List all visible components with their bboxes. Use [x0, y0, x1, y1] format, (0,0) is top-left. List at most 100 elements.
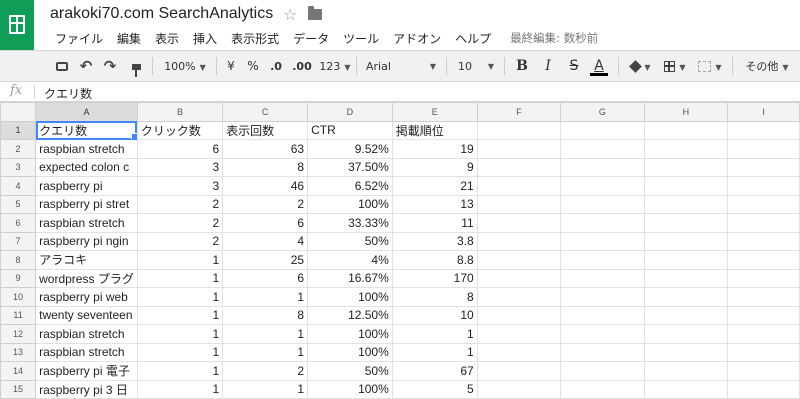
currency-format-button[interactable]: ¥: [222, 51, 240, 82]
column-header-f[interactable]: F: [476, 102, 562, 122]
cell-g3[interactable]: [560, 157, 645, 177]
cell-b9[interactable]: 1: [136, 268, 224, 288]
cell-h12[interactable]: [643, 324, 729, 344]
column-header-e[interactable]: E: [391, 102, 478, 122]
cell-h13[interactable]: [643, 342, 729, 362]
cell-f14[interactable]: [476, 361, 562, 381]
cell-a9[interactable]: wordpress プラグ: [35, 268, 138, 288]
cell-d4[interactable]: 6.52%: [307, 176, 393, 196]
cell-d7[interactable]: 50%: [307, 231, 393, 251]
cell-a8[interactable]: アラコキ: [35, 250, 138, 270]
cell-a10[interactable]: raspberry pi web: [35, 287, 138, 307]
cell-c14[interactable]: 2: [222, 361, 309, 381]
menu-file[interactable]: ファイル: [48, 30, 110, 47]
cell-c15[interactable]: 1: [222, 379, 309, 399]
cell-a15[interactable]: raspberry pi 3 日: [35, 379, 138, 399]
cell-i4[interactable]: [727, 176, 800, 196]
cell-b15[interactable]: 1: [136, 379, 224, 399]
cell-c3[interactable]: 8: [222, 157, 309, 177]
cell-g13[interactable]: [560, 342, 645, 362]
cell-d10[interactable]: 100%: [307, 287, 393, 307]
cell-h9[interactable]: [643, 268, 729, 288]
cell-i12[interactable]: [727, 324, 800, 344]
cell-a2[interactable]: raspbian stretch: [35, 139, 138, 159]
cell-h3[interactable]: [643, 157, 729, 177]
cell-c11[interactable]: 8: [222, 305, 309, 325]
cell-c13[interactable]: 1: [222, 342, 309, 362]
cell-b14[interactable]: 1: [136, 361, 224, 381]
document-title[interactable]: arakoki70.com SearchAnalytics: [50, 5, 273, 23]
cell-a4[interactable]: raspberry pi: [35, 176, 138, 196]
cell-g8[interactable]: [560, 250, 645, 270]
cell-b5[interactable]: 2: [136, 194, 224, 214]
row-header[interactable]: 3: [0, 157, 37, 177]
menu-addons[interactable]: アドオン: [386, 30, 448, 47]
menu-format[interactable]: 表示形式: [224, 30, 286, 47]
cell-e10[interactable]: 8: [391, 287, 478, 307]
cell-h11[interactable]: [643, 305, 729, 325]
decrease-decimal-button[interactable]: .0: [266, 51, 286, 82]
cell-f8[interactable]: [476, 250, 562, 270]
text-color-button[interactable]: A: [588, 51, 610, 82]
undo-button[interactable]: ↶: [76, 51, 96, 82]
paint-format-button[interactable]: [126, 51, 146, 82]
cell-h10[interactable]: [643, 287, 729, 307]
cell-i8[interactable]: [727, 250, 800, 270]
redo-button[interactable]: ↷: [100, 51, 120, 82]
menu-view[interactable]: 表示: [148, 30, 186, 47]
cell-d15[interactable]: 100%: [307, 379, 393, 399]
cell-h7[interactable]: [643, 231, 729, 251]
cell-a5[interactable]: raspberry pi stret: [35, 194, 138, 214]
cell-f15[interactable]: [476, 379, 562, 399]
font-size-select[interactable]: 10 ▼: [452, 51, 498, 82]
column-header-i[interactable]: I: [727, 102, 800, 122]
column-header-g[interactable]: G: [560, 102, 645, 122]
cell-f3[interactable]: [476, 157, 562, 177]
formula-input[interactable]: クエリ数: [44, 85, 92, 102]
cell-b11[interactable]: 1: [136, 305, 224, 325]
cell-d14[interactable]: 50%: [307, 361, 393, 381]
cell-g14[interactable]: [560, 361, 645, 381]
cell-d5[interactable]: 100%: [307, 194, 393, 214]
cell-e1[interactable]: 掲載順位: [391, 120, 478, 140]
cell-f9[interactable]: [476, 268, 562, 288]
cell-c2[interactable]: 63: [222, 139, 309, 159]
cell-d13[interactable]: 100%: [307, 342, 393, 362]
cell-e15[interactable]: 5: [391, 379, 478, 399]
cell-e6[interactable]: 11: [391, 213, 478, 233]
cell-i1[interactable]: [727, 120, 800, 140]
last-edit-status[interactable]: 最終編集: 数秒前: [498, 30, 598, 47]
cell-c7[interactable]: 4: [222, 231, 309, 251]
row-header[interactable]: 12: [0, 324, 37, 344]
cell-h14[interactable]: [643, 361, 729, 381]
cell-g5[interactable]: [560, 194, 645, 214]
cell-h2[interactable]: [643, 139, 729, 159]
cell-c1[interactable]: 表示回数: [222, 120, 309, 140]
cell-g4[interactable]: [560, 176, 645, 196]
menu-insert[interactable]: 挿入: [186, 30, 224, 47]
cell-g15[interactable]: [560, 379, 645, 399]
cell-e3[interactable]: 9: [391, 157, 478, 177]
column-header-c[interactable]: C: [222, 102, 309, 122]
cell-b4[interactable]: 3: [136, 176, 224, 196]
cell-a13[interactable]: raspbian stretch: [35, 342, 138, 362]
folder-icon[interactable]: [308, 6, 322, 20]
row-header[interactable]: 10: [0, 287, 37, 307]
cell-i15[interactable]: [727, 379, 800, 399]
cell-e13[interactable]: 1: [391, 342, 478, 362]
bold-button[interactable]: B: [512, 51, 532, 82]
strikethrough-button[interactable]: S: [564, 51, 584, 82]
menu-help[interactable]: ヘルプ: [448, 30, 498, 47]
increase-decimal-button[interactable]: .00: [290, 51, 314, 82]
cell-c5[interactable]: 2: [222, 194, 309, 214]
cell-b7[interactable]: 2: [136, 231, 224, 251]
cell-i9[interactable]: [727, 268, 800, 288]
cell-h4[interactable]: [643, 176, 729, 196]
sheets-logo-icon[interactable]: [0, 0, 34, 50]
row-header[interactable]: 2: [0, 139, 37, 159]
cell-c6[interactable]: 6: [222, 213, 309, 233]
cell-d1[interactable]: CTR: [307, 120, 393, 140]
cell-h15[interactable]: [643, 379, 729, 399]
cell-e7[interactable]: 3.8: [391, 231, 478, 251]
cell-d2[interactable]: 9.52%: [307, 139, 393, 159]
